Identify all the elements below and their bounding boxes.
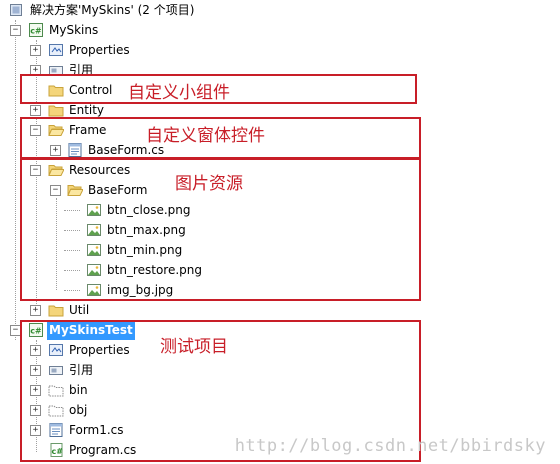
expand-toggle[interactable]: + — [30, 305, 41, 316]
folder-icon — [48, 102, 64, 118]
expand-toggle[interactable]: + — [30, 45, 41, 56]
project-label: MySkins — [49, 23, 99, 37]
csharp-project-icon — [28, 22, 44, 38]
solution-label: 解决方案'MySkins' (2 个项目) — [30, 3, 195, 17]
annotation-frame: 自定义窗体控件 — [146, 126, 265, 146]
watermark: http://blog.csdn.net/bbirdsky — [234, 436, 546, 456]
properties-icon — [48, 42, 64, 58]
expand-toggle[interactable]: + — [30, 105, 41, 116]
util-label: Util — [69, 303, 90, 317]
annotation-test: 测试项目 — [160, 337, 228, 357]
tree-node-util[interactable]: + Util — [0, 300, 300, 320]
folder-icon — [48, 302, 64, 318]
annotation-resources: 图片资源 — [175, 174, 243, 194]
tree-node-properties[interactable]: + Properties — [0, 40, 300, 60]
solution-icon — [8, 2, 24, 18]
tree-node-solution[interactable]: 解决方案'MySkins' (2 个项目) — [0, 0, 300, 20]
properties-label: Properties — [69, 43, 130, 57]
collapse-toggle[interactable]: − — [10, 25, 21, 36]
annotation-control: 自定义小组件 — [128, 83, 230, 103]
tree-node-project-myskins[interactable]: − MySkins — [0, 20, 300, 40]
